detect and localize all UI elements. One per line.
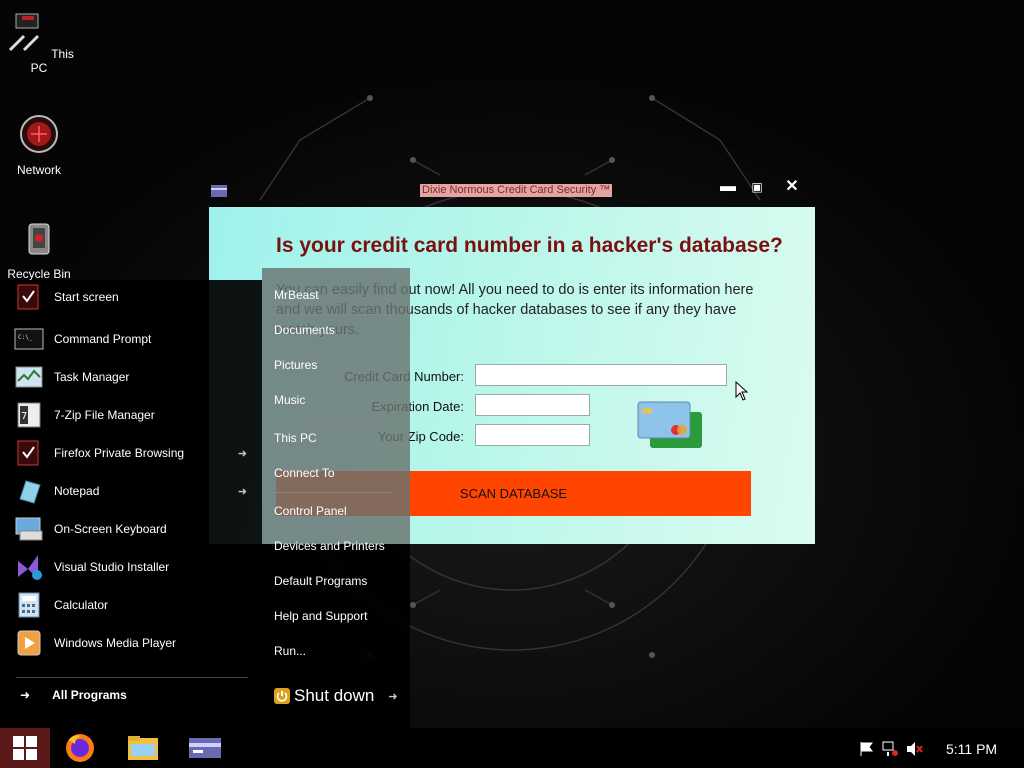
maximize-icon: ▣ [751,180,763,194]
close-button[interactable]: ✕ [781,178,803,196]
desktop-icon-label: Recycle Bin [7,267,71,281]
place-devices-and-printers[interactable]: Devices and Printers [274,539,385,553]
program-label: Calculator [54,598,109,612]
all-programs-button[interactable]: ➜ All Programs [20,688,127,702]
places-separator [274,314,392,315]
place-this-pc[interactable]: This PC [274,431,317,445]
program-windows-media-player[interactable]: Windows Media Player [14,626,259,660]
media-player-icon [17,630,41,656]
places-separator [274,419,392,420]
start-screen-icon [17,284,39,310]
desktop-icon-network[interactable]: Network [4,112,74,177]
task-manager-icon [15,366,43,388]
windows-logo-icon [13,736,37,760]
action-center-flag-icon[interactable] [858,740,876,758]
taskbar-clock[interactable]: 5:11 PM [946,741,997,757]
place-mrbeast[interactable]: MrBeast [274,288,319,302]
popup-title: Dixie Normous Credit Card Security ™ [420,184,613,197]
minimize-button[interactable]: ▬ [717,178,739,196]
all-programs-label: All Programs [52,688,127,702]
keyboard-icon [15,517,43,541]
notepad-icon [19,480,41,504]
desktop-icon-recycle-bin[interactable]: Recycle Bin [4,216,74,281]
firefox-icon[interactable] [63,732,97,764]
zip-code-input[interactable] [475,424,590,446]
command-prompt-icon: C:\_ [14,328,44,350]
program-label: Visual Studio Installer [54,560,170,574]
program-label: On-Screen Keyboard [54,522,167,536]
credit-card-app-icon[interactable] [188,732,222,764]
file-explorer-icon[interactable] [126,732,160,764]
program-label: Command Prompt [54,332,152,346]
expiration-input[interactable] [475,394,590,416]
calculator-icon [18,592,40,618]
recycle-bin-icon [28,223,50,255]
popup-headline: Is your credit card number in a hacker's… [276,234,783,257]
program-label: Task Manager [54,370,130,384]
mouse-cursor-icon [735,381,749,401]
program-firefox-private[interactable]: Firefox Private Browsing ➜ [14,436,259,470]
place-documents[interactable]: Documents [274,323,335,337]
desktop-icon-label: Network [16,163,61,177]
program-notepad[interactable]: Notepad ➜ [14,474,259,508]
arrow-right-icon: ➜ [20,688,31,702]
shutdown-button[interactable]: Shut down ➜ [274,686,398,706]
place-music[interactable]: Music [274,393,305,407]
svg-text:C:\_: C:\_ [18,334,33,341]
program-task-manager[interactable]: Task Manager [14,360,259,394]
program-visual-studio-installer[interactable]: Visual Studio Installer [14,550,259,584]
svg-text:7: 7 [21,411,27,422]
place-connect-to[interactable]: Connect To [274,466,335,480]
shutdown-icon [274,688,290,704]
program-7zip[interactable]: 7 7-Zip File Manager [14,398,259,432]
firefox-private-icon [17,440,39,466]
minimize-icon: ▬ [720,178,736,195]
place-default-programs[interactable]: Default Programs [274,574,367,588]
visual-studio-icon [18,555,42,580]
network-tray-icon[interactable] [881,740,899,758]
start-menu-divider [16,677,248,678]
place-help-and-support[interactable]: Help and Support [274,609,367,623]
place-control-panel[interactable]: Control Panel [274,504,347,518]
volume-muted-icon[interactable] [905,740,923,758]
program-label: Firefox Private Browsing [54,446,185,460]
program-label: Start screen [54,290,119,304]
program-command-prompt[interactable]: C:\_ Command Prompt [14,322,259,356]
place-pictures[interactable]: Pictures [274,358,317,372]
close-icon: ✕ [785,178,799,195]
credit-cards-icon [637,401,702,448]
program-label: Windows Media Player [54,636,177,650]
program-label: Notepad [54,484,100,498]
shutdown-options-arrow-icon[interactable]: ➜ [388,690,397,703]
7zip-icon: 7 [17,402,41,428]
computer-icon [9,13,40,52]
submenu-arrow-icon: ➜ [237,485,247,498]
place-run[interactable]: Run... [274,644,306,658]
submenu-arrow-icon: ➜ [237,447,247,460]
desktop-icon-this-pc[interactable]: This PC [4,10,74,75]
card-number-input[interactable] [475,364,727,386]
start-button[interactable] [0,728,50,768]
shutdown-label: Shut down [294,686,375,705]
program-start-screen[interactable]: Start screen [14,280,259,314]
maximize-button[interactable]: ▣ [746,178,768,196]
program-on-screen-keyboard[interactable]: On-Screen Keyboard [14,512,259,546]
program-calculator[interactable]: Calculator [14,588,259,622]
credit-card-app-icon [211,185,227,197]
program-label: 7-Zip File Manager [54,408,155,422]
places-separator [274,492,392,493]
network-icon [20,115,58,153]
